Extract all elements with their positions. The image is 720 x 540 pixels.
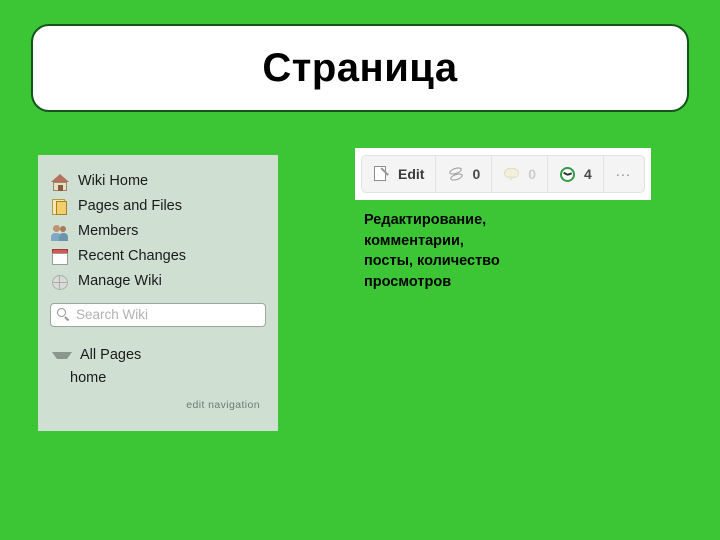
gear-icon	[50, 272, 70, 292]
sidebar-item-label: Members	[78, 223, 139, 240]
tree-item-home[interactable]: home	[70, 371, 266, 386]
caption-text: Редактирование, комментарии, посты, коли…	[364, 212, 500, 290]
page-tree: All Pages home	[50, 344, 266, 386]
toolbar-card: Edit 0 0 4 …	[355, 148, 651, 200]
search-input[interactable]: Search Wiki	[50, 303, 266, 327]
sidebar-item-recent-changes[interactable]: Recent Changes	[50, 244, 266, 269]
sidebar-item-label: Manage Wiki	[78, 273, 162, 290]
history-button[interactable]: 4	[548, 156, 604, 192]
page-action-toolbar: Edit 0 0 4 …	[361, 155, 645, 193]
comments-count: 0	[528, 166, 537, 182]
sidebar-item-label: Recent Changes	[78, 248, 187, 265]
sidebar-item-members[interactable]: Members	[50, 219, 266, 244]
views-count: 4	[584, 166, 592, 182]
edit-button-label: Edit	[398, 166, 425, 182]
edit-page-icon	[373, 165, 391, 183]
clock-icon	[559, 165, 577, 183]
sidebar-item-label: Pages and Files	[78, 198, 182, 215]
overflow-icon: …	[614, 162, 633, 180]
chevron-down-icon[interactable]	[52, 351, 72, 359]
edit-button[interactable]: Edit	[362, 156, 437, 192]
overflow-menu-button[interactable]: …	[604, 156, 644, 192]
posts-button[interactable]: 0	[436, 156, 493, 192]
members-icon	[50, 222, 70, 242]
sidebar-item-manage-wiki[interactable]: Manage Wiki	[50, 269, 266, 294]
search-icon	[57, 308, 71, 322]
house-icon	[50, 172, 70, 192]
calendar-icon	[50, 247, 70, 267]
posts-icon	[447, 165, 465, 183]
page-title: Страница	[262, 46, 458, 90]
posts-count: 0	[472, 166, 481, 182]
sidebar-item-pages-and-files[interactable]: Pages and Files	[50, 194, 266, 219]
tree-root-all-pages[interactable]: All Pages	[50, 344, 266, 366]
comments-button[interactable]: 0	[492, 156, 549, 192]
sidebar-item-label: Wiki Home	[78, 173, 149, 190]
wiki-sidebar: Wiki Home Pages and Files Members Recent…	[38, 155, 278, 431]
title-banner: Страница	[31, 24, 689, 112]
search-placeholder: Search Wiki	[76, 307, 149, 323]
edit-navigation-link[interactable]: edit navigation	[50, 399, 266, 411]
sidebar-item-wiki-home[interactable]: Wiki Home	[50, 169, 266, 194]
tree-root-label: All Pages	[80, 346, 142, 363]
comment-icon	[503, 165, 521, 183]
pages-icon	[50, 197, 70, 217]
